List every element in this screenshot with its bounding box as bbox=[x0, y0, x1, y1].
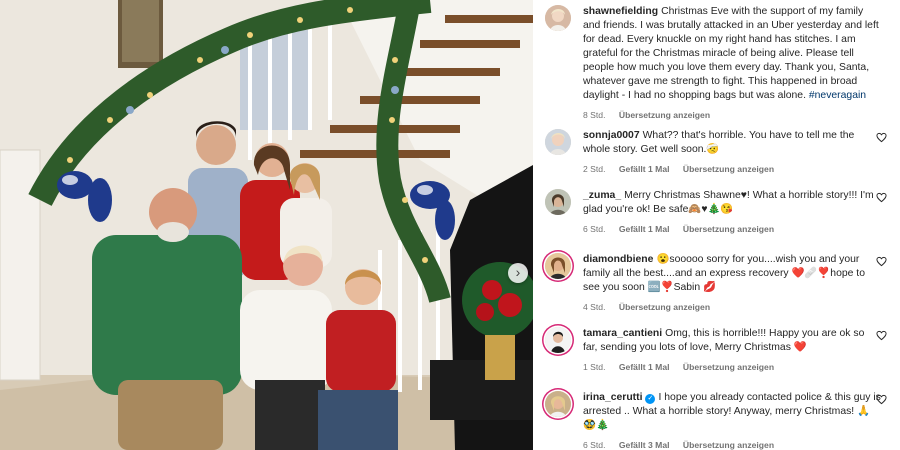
avatar[interactable] bbox=[545, 327, 571, 353]
comment-body: _zuma_ Merry Christmas Shawne♥! What a ho… bbox=[583, 189, 881, 234]
comment-text: tamara_cantieni Omg, this is horrible!!! … bbox=[583, 327, 881, 355]
post-photo: › bbox=[0, 0, 533, 450]
comment-text: _zuma_ Merry Christmas Shawne♥! What a ho… bbox=[583, 189, 881, 217]
heart-outline-icon[interactable] bbox=[876, 330, 887, 341]
translate-link[interactable]: Übersetzung anzeigen bbox=[683, 164, 774, 174]
comments-panel: shawnefielding Christmas Eve with the sup… bbox=[533, 0, 900, 450]
caption-text: shawnefielding Christmas Eve with the sup… bbox=[583, 5, 881, 103]
translate-link[interactable]: Übersetzung anzeigen bbox=[683, 362, 774, 372]
avatar[interactable] bbox=[545, 253, 571, 279]
timestamp: 6 Std. bbox=[583, 224, 606, 234]
timestamp: 8 Std. bbox=[583, 110, 606, 120]
comment-text: sonnja0007 What?? that's horrible. You ha… bbox=[583, 129, 881, 157]
heart-outline-icon[interactable] bbox=[876, 256, 887, 267]
heart-outline-icon[interactable] bbox=[876, 394, 887, 405]
family-photo-illustration bbox=[0, 0, 533, 450]
comment-username[interactable]: irina_cerutti bbox=[583, 392, 642, 403]
timestamp: 2 Std. bbox=[583, 164, 606, 174]
comment-text: irina_cerutti ✓ I hope you already contact… bbox=[583, 391, 881, 433]
hashtag-link[interactable]: #neveragain bbox=[809, 90, 866, 101]
timestamp: 1 Std. bbox=[583, 362, 606, 372]
comment-body: tamara_cantieni Omg, this is horrible!!! … bbox=[583, 327, 881, 372]
timestamp: 6 Std. bbox=[583, 440, 606, 450]
post-username[interactable]: shawnefielding bbox=[583, 6, 658, 17]
comment-body: irina_cerutti ✓ I hope you already contact… bbox=[583, 391, 881, 450]
caption-content: Christmas Eve with the support of my fam… bbox=[583, 6, 879, 101]
comment-username[interactable]: diamondbiene bbox=[583, 254, 653, 265]
caption-meta: 8 Std. Übersetzung anzeigen bbox=[583, 110, 881, 120]
comment-text: diamondbiene 😮sooooo sorry for you....wis… bbox=[583, 253, 881, 295]
comment-meta: 6 Std. Gefällt 1 Mal Übersetzung anzeige… bbox=[583, 224, 881, 234]
comment-username[interactable]: tamara_cantieni bbox=[583, 328, 662, 339]
comment-meta: 6 Std. Gefällt 3 Mal Übersetzung anzeige… bbox=[583, 440, 881, 450]
verified-badge-icon: ✓ bbox=[645, 394, 656, 404]
comment-meta: 2 Std. Gefällt 1 Mal Übersetzung anzeige… bbox=[583, 164, 881, 174]
chevron-right-icon[interactable]: › bbox=[508, 263, 528, 283]
timestamp: 4 Std. bbox=[583, 302, 606, 312]
caption-body: shawnefielding Christmas Eve with the sup… bbox=[583, 5, 881, 120]
likes-count[interactable]: Gefällt 1 Mal bbox=[619, 224, 670, 234]
translate-link[interactable]: Übersetzung anzeigen bbox=[619, 302, 710, 312]
avatar[interactable] bbox=[545, 391, 571, 417]
translate-link[interactable]: Übersetzung anzeigen bbox=[683, 224, 774, 234]
likes-count[interactable]: Gefällt 1 Mal bbox=[619, 164, 670, 174]
avatar[interactable] bbox=[545, 189, 571, 215]
comment-username[interactable]: _zuma_ bbox=[583, 190, 621, 201]
comment-content: Merry Christmas Shawne♥! What a horrible… bbox=[583, 190, 874, 215]
comment-meta: 4 Std. Übersetzung anzeigen bbox=[583, 302, 881, 312]
heart-outline-icon[interactable] bbox=[876, 132, 887, 143]
avatar[interactable] bbox=[545, 5, 571, 31]
likes-count[interactable]: Gefällt 1 Mal bbox=[619, 362, 670, 372]
comment-body: sonnja0007 What?? that's horrible. You ha… bbox=[583, 129, 881, 174]
translate-link[interactable]: Übersetzung anzeigen bbox=[683, 440, 774, 450]
comment-username[interactable]: sonnja0007 bbox=[583, 130, 640, 141]
avatar[interactable] bbox=[545, 129, 571, 155]
heart-outline-icon[interactable] bbox=[876, 192, 887, 203]
comment-body: diamondbiene 😮sooooo sorry for you....wis… bbox=[583, 253, 881, 312]
comment-meta: 1 Std. Gefällt 1 Mal Übersetzung anzeige… bbox=[583, 362, 881, 372]
likes-count[interactable]: Gefällt 3 Mal bbox=[619, 440, 670, 450]
translate-link[interactable]: Übersetzung anzeigen bbox=[619, 110, 710, 120]
